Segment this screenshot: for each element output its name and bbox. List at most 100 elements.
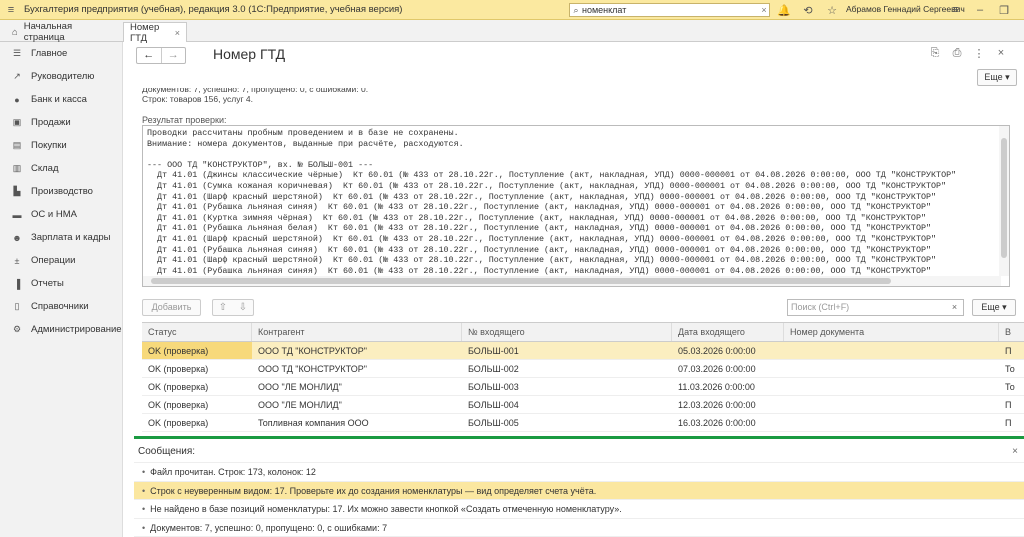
add-button[interactable]: Добавить	[142, 299, 201, 316]
sidebar-item-assets[interactable]: ▬ ОС и НМА	[0, 203, 122, 226]
close-messages-icon[interactable]: ×	[1012, 446, 1018, 457]
horizontal-scrollbar[interactable]	[143, 276, 1001, 286]
clear-search-icon[interactable]: ×	[759, 5, 769, 15]
back-button[interactable]: ←	[137, 48, 161, 63]
column-header[interactable]: Дата входящего	[672, 323, 784, 341]
history-icon[interactable]: ⟲	[796, 4, 820, 17]
table-cell: Топливная компания ООО	[258, 418, 369, 428]
column-header[interactable]: Номер документа	[784, 323, 999, 341]
documents-table: Статус Контрагент № входящего Дата входя…	[142, 322, 1024, 432]
table-cell	[784, 378, 999, 395]
global-search[interactable]: ⌕ номенклат ×	[569, 3, 770, 17]
form-icons: ⎘ ⎙ ⋮ ×	[924, 47, 1012, 60]
table-header: Статус Контрагент № входящего Дата входя…	[142, 323, 1024, 342]
table-search-input[interactable]: Поиск (Ctrl+F)	[787, 299, 964, 316]
scroll-thumb[interactable]	[151, 278, 891, 284]
message-item[interactable]: • Не найдено в базе позиций номенклатуры:…	[134, 500, 1024, 519]
table-cell: БОЛЬШ-005	[468, 418, 519, 428]
close-icon[interactable]: ×	[1016, 4, 1024, 16]
more-button-label: Еще	[984, 72, 1003, 82]
table-cell: ООО ТД "КОНСТРУКТОР"	[258, 346, 367, 356]
sidebar: ☰ Главное ↗ Руководителю ● Банк и касса ▣ Пр…	[0, 42, 123, 537]
column-header[interactable]: Контрагент	[252, 323, 462, 341]
sidebar-item-production[interactable]: ▙ Производство	[0, 180, 122, 203]
message-item[interactable]: • Документов: 7, успешно: 0, пропущено: 0…	[134, 519, 1024, 537]
table-more-button[interactable]: Еще ▾	[972, 299, 1016, 316]
scroll-thumb[interactable]	[1001, 138, 1007, 258]
sidebar-item-admin[interactable]: ⚙ Администрирование	[0, 318, 122, 341]
message-text: Не найдено в базе позиций номенклатуры: …	[150, 504, 622, 514]
form-area: ← → Номер ГТД ⎘ ⎙ ⋮ × Еще ▾ Документов: …	[124, 42, 1024, 432]
message-item[interactable]: • Строк с неуверенным видом: 17. Проверьт…	[134, 481, 1024, 500]
sidebar-item-label: Администрирование	[31, 324, 122, 335]
bullet-icon: •	[142, 522, 146, 533]
link-icon[interactable]: ⎘	[924, 47, 946, 60]
sidebar-item-reports[interactable]: ▐ Отчеты	[0, 272, 122, 295]
table-cell: ООО "ЛЕ МОНЛИД"	[258, 382, 342, 392]
table-row[interactable]: OK (проверка) ООО "ЛЕ МОНЛИД" БОЛЬШ-004 …	[142, 396, 1024, 414]
more-button[interactable]: Еще ▾	[977, 69, 1017, 86]
bag-icon: ▣	[12, 117, 22, 127]
message-text: Строк с неуверенным видом: 17. Проверьте…	[150, 485, 597, 496]
table-row[interactable]: OK (проверка) ООО ТД "КОНСТРУКТОР" БОЛЬШ…	[142, 342, 1024, 360]
close-form-icon[interactable]: ×	[990, 47, 1012, 60]
star-icon[interactable]: ☆	[820, 4, 844, 17]
summary-line: Строк: товаров 156, услуг 4.	[142, 94, 254, 104]
table-cell	[784, 342, 999, 359]
clear-table-search-icon[interactable]: ×	[946, 299, 964, 316]
truck-icon: ▬	[12, 209, 22, 220]
result-log[interactable]: Проводки рассчитаны пробным проведением …	[142, 125, 1010, 287]
settings-icon[interactable]: ≡	[944, 4, 968, 16]
messages-panel: Сообщения: × • Файл прочитан. Строк: 173,…	[134, 440, 1024, 537]
restore-icon[interactable]: ❐	[992, 4, 1016, 17]
table-cell	[784, 396, 999, 413]
menu-icon[interactable]: ≡	[0, 0, 22, 20]
table-row[interactable]: OK (проверка) ООО "ЛЕ МОНЛИД" БОЛЬШ-003 …	[142, 378, 1024, 396]
person-icon: ☻	[12, 232, 22, 243]
global-search-input[interactable]: номенклат	[582, 5, 759, 15]
table-cell: OK (проверка)	[148, 364, 209, 374]
sidebar-item-label: Операции	[31, 255, 76, 266]
table-cell: OK (проверка)	[148, 400, 209, 410]
close-tab-icon[interactable]: ×	[175, 28, 180, 38]
sidebar-item-label: ОС и НМА	[31, 209, 77, 220]
table-row[interactable]: OK (проверка) Топливная компания ООО БОЛ…	[142, 414, 1024, 432]
toolbar-icons: 🔔 ⟲ ☆	[772, 0, 844, 20]
sidebar-item-operations[interactable]: ± Операции	[0, 249, 122, 272]
bank-icon: ●	[14, 94, 20, 105]
more-vert-icon[interactable]: ⋮	[968, 47, 990, 60]
arrow-up-icon[interactable]: ⇧	[213, 300, 233, 315]
tab-gtd[interactable]: Номер ГТД ×	[123, 22, 187, 44]
column-header[interactable]: В	[999, 323, 1024, 341]
arrow-down-icon[interactable]: ⇩	[233, 300, 253, 315]
sidebar-item-bank[interactable]: ● Банк и касса	[0, 88, 122, 111]
tab-home[interactable]: ⌂ Начальная страница	[6, 21, 118, 43]
message-item[interactable]: • Файл прочитан. Строк: 173, колонок: 12	[134, 463, 1024, 482]
print-icon[interactable]: ⎙	[946, 47, 968, 60]
sidebar-item-main[interactable]: ☰ Главное	[0, 42, 122, 65]
sidebar-item-sales[interactable]: ▣ Продажи	[0, 111, 122, 134]
table-cell	[784, 360, 999, 377]
sidebar-item-purchases[interactable]: ▤ Покупки	[0, 134, 122, 157]
column-header[interactable]: № входящего	[462, 323, 672, 341]
sidebar-item-catalogs[interactable]: ▯ Справочники	[0, 295, 122, 318]
sidebar-item-label: Банк и касса	[31, 94, 87, 105]
table-cell: ООО "ЛЕ МОНЛИД"	[258, 400, 342, 410]
bullet-icon: •	[142, 467, 146, 477]
sidebar-item-salary[interactable]: ☻ Зарплата и кадры	[0, 226, 122, 249]
bullet-icon: •	[142, 504, 146, 514]
messages-divider	[134, 436, 1024, 439]
sidebar-item-warehouse[interactable]: ▥ Склад	[0, 157, 122, 180]
column-header[interactable]: Статус	[142, 323, 252, 341]
minimize-icon[interactable]: –	[968, 4, 992, 16]
chart-icon: ↗	[13, 71, 21, 81]
forward-button[interactable]: →	[160, 48, 186, 63]
table-cell: OK (проверка)	[148, 382, 209, 392]
table-cell: 12.03.2026 0:00:00	[678, 400, 756, 410]
message-text: Файл прочитан. Строк: 173, колонок: 12	[150, 467, 316, 477]
sidebar-item-manager[interactable]: ↗ Руководителю	[0, 65, 122, 88]
table-cell: То	[1005, 382, 1015, 392]
table-row[interactable]: OK (проверка) ООО ТД "КОНСТРУКТОР" БОЛЬШ…	[142, 360, 1024, 378]
vertical-scrollbar[interactable]	[999, 126, 1009, 276]
bell-icon[interactable]: 🔔	[772, 4, 796, 17]
